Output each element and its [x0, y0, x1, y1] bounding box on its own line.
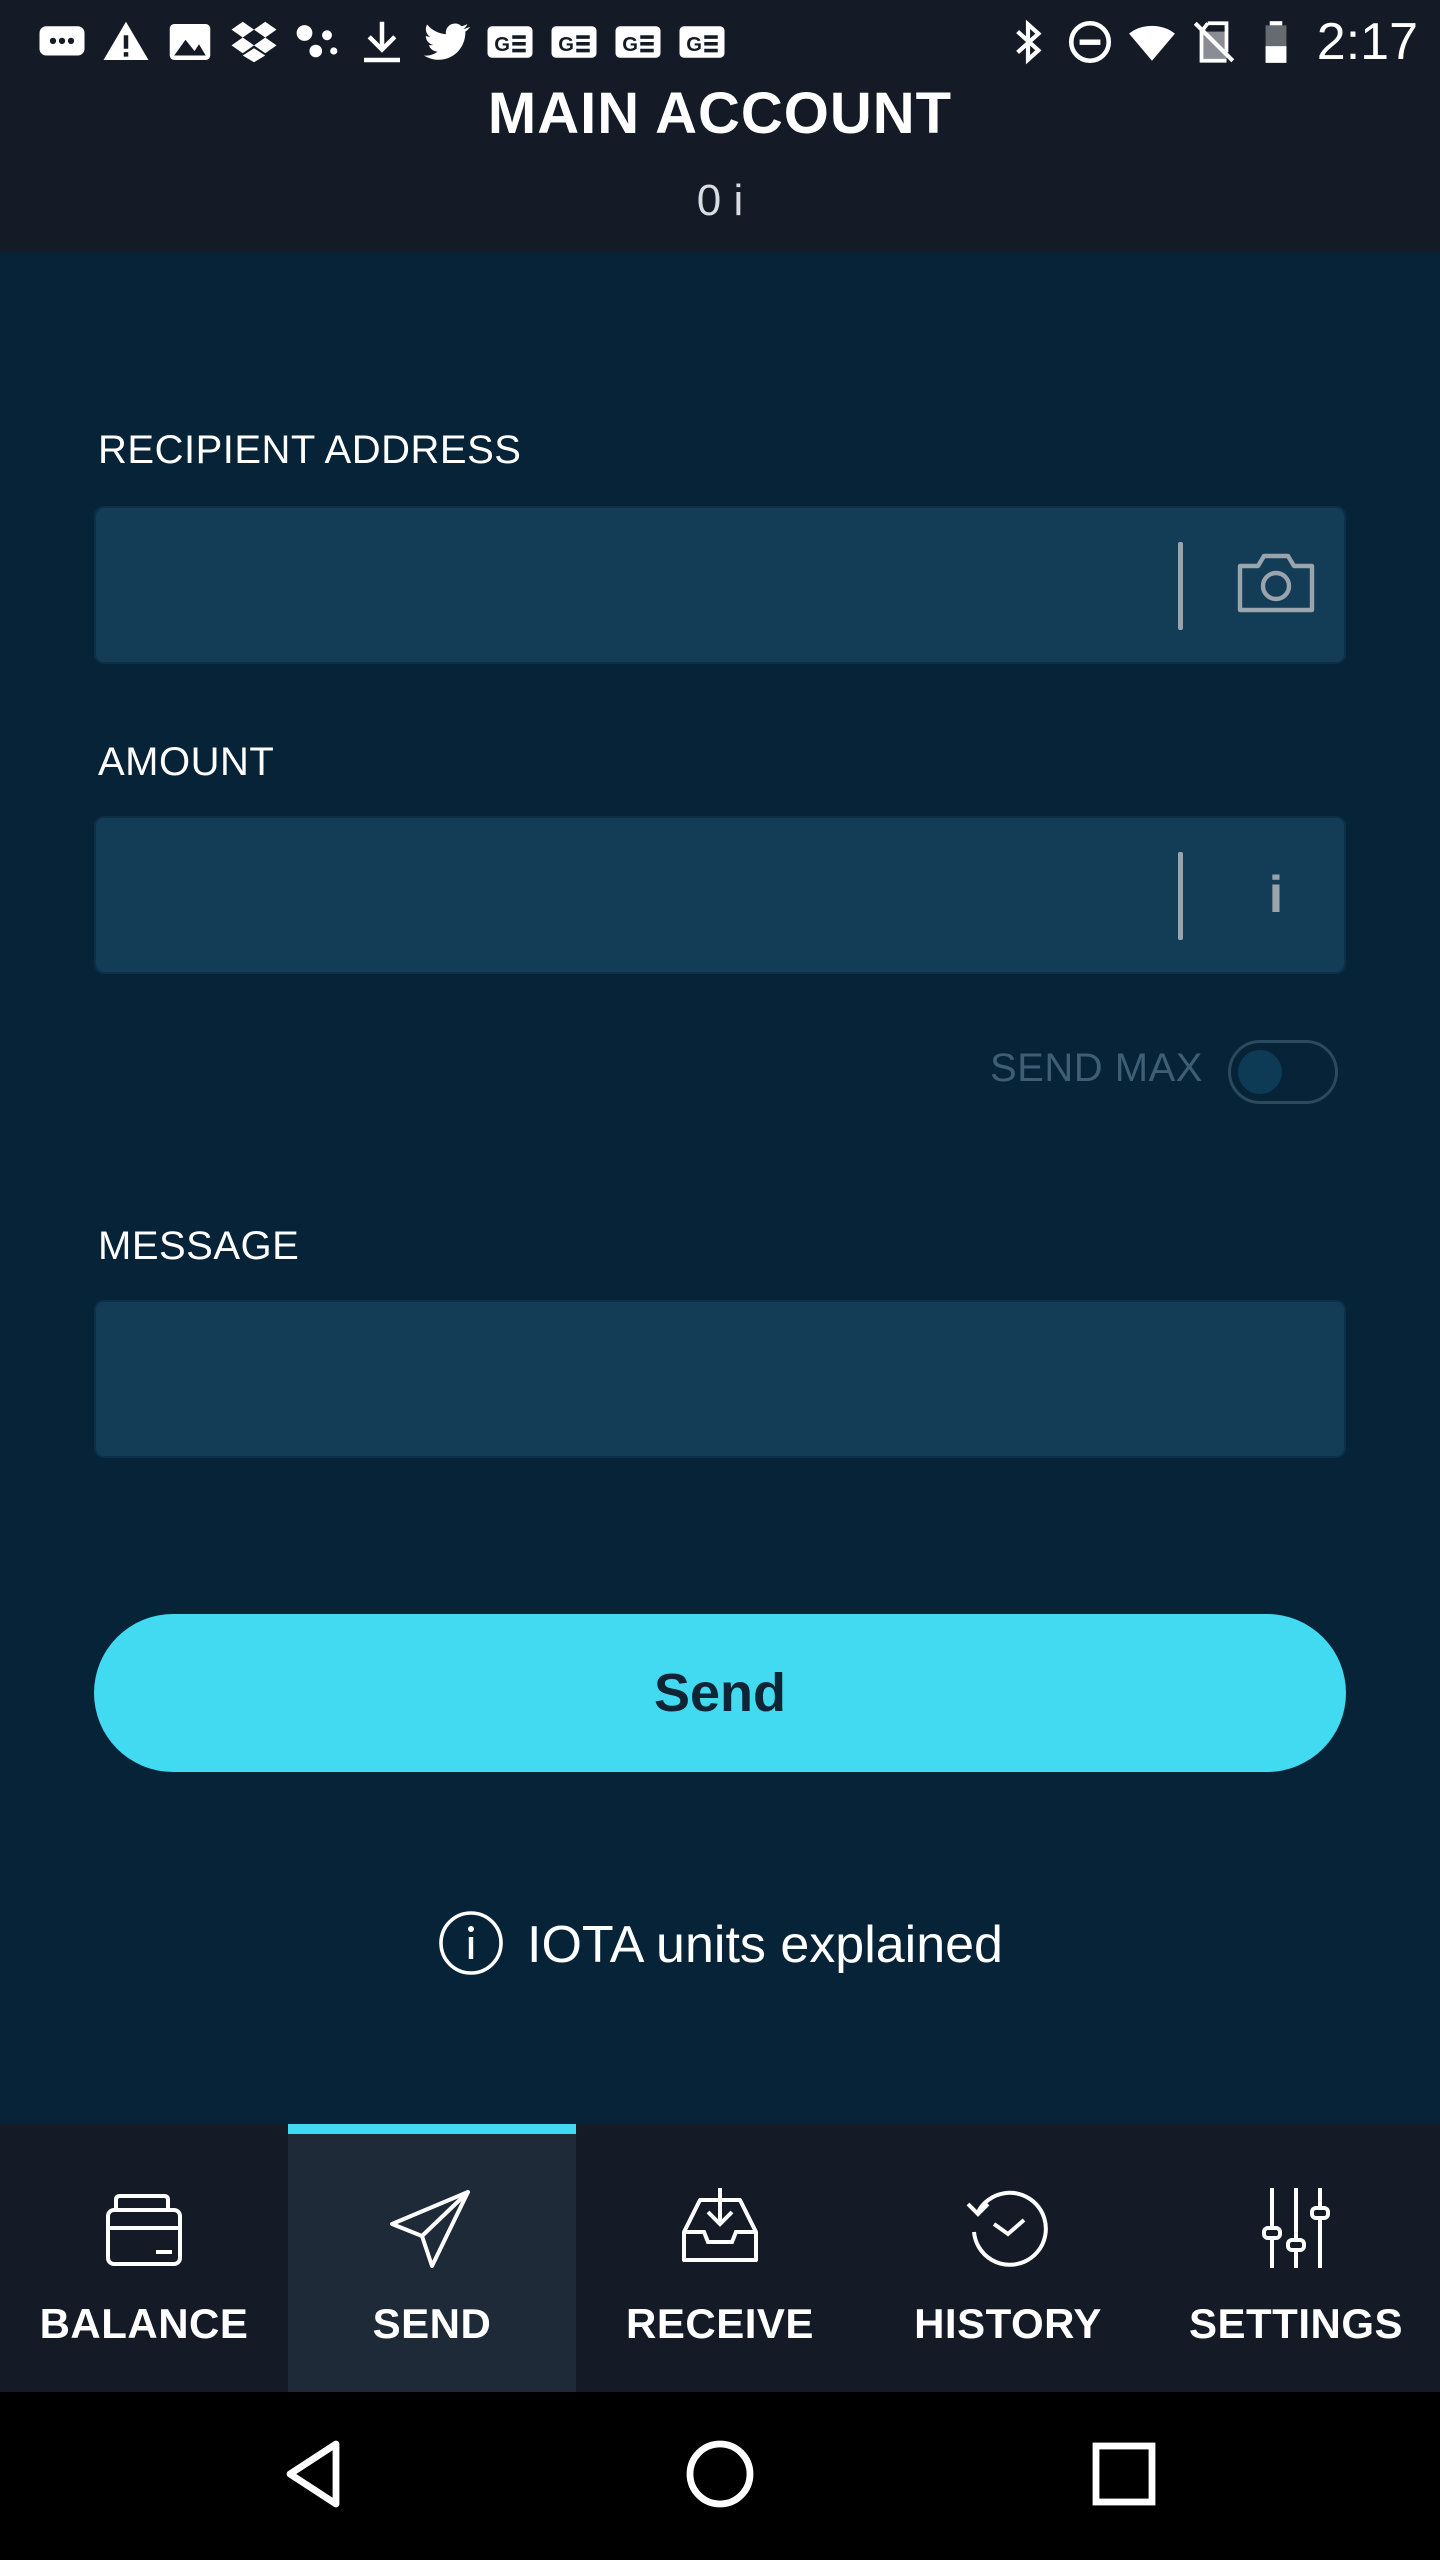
nav-balance-label: BALANCE: [39, 2300, 249, 2347]
history-clock-icon: [960, 2180, 1056, 2276]
send-max-toggle[interactable]: [1228, 1040, 1338, 1104]
svg-text:G: G: [558, 34, 574, 56]
scan-qr-button[interactable]: [1216, 508, 1336, 662]
back-triangle-icon: [274, 2432, 358, 2521]
google-news-icon: G: [606, 0, 670, 84]
bluetooth-icon: [997, 0, 1059, 84]
iota-units-link[interactable]: IOTA units explained: [0, 1910, 1440, 1980]
network-dots-icon: [286, 0, 350, 84]
account-name[interactable]: MAIN ACCOUNT: [0, 84, 1440, 144]
amount-label: AMOUNT: [98, 740, 275, 784]
nav-send-label: SEND: [372, 2300, 492, 2347]
amount-unit: i: [1268, 866, 1284, 924]
home-button[interactable]: [678, 2434, 762, 2518]
svg-text:G: G: [686, 34, 702, 56]
paper-plane-icon: [384, 2180, 480, 2276]
bottom-nav: BALANCE SEND RECEIVE HISTORY SETTINGS: [0, 2124, 1440, 2392]
recipient-address-field[interactable]: [94, 506, 1346, 664]
send-max-label: SEND MAX: [990, 1046, 1203, 1090]
send-button[interactable]: Send: [94, 1614, 1346, 1772]
nav-send[interactable]: SEND: [288, 2124, 576, 2392]
nav-receive-label: RECEIVE: [626, 2300, 814, 2347]
recipient-address-input[interactable]: [96, 508, 1166, 662]
home-circle-icon: [678, 2432, 762, 2521]
field-divider: [1178, 852, 1183, 940]
nav-settings-label: SETTINGS: [1188, 2300, 1404, 2347]
sliders-icon: [1248, 2180, 1344, 2276]
wallet-icon: [96, 2180, 192, 2276]
field-divider: [1178, 542, 1183, 630]
battery-icon: [1245, 0, 1307, 84]
info-icon: [437, 1909, 505, 1982]
app-header: MAIN ACCOUNT 0 i: [0, 84, 1440, 252]
warning-icon: [94, 0, 158, 84]
no-sim-icon: [1183, 0, 1245, 84]
system-status-icons: 2:17: [997, 0, 1418, 84]
nav-balance[interactable]: BALANCE: [0, 2124, 288, 2392]
image-icon: [158, 0, 222, 84]
iota-units-label: IOTA units explained: [527, 1916, 1003, 1974]
nav-settings[interactable]: SETTINGS: [1152, 2124, 1440, 2392]
message-input[interactable]: [96, 1302, 1344, 1456]
amount-input[interactable]: [96, 818, 1166, 972]
google-news-icon: G: [670, 0, 734, 84]
svg-text:G: G: [494, 34, 510, 56]
toggle-knob: [1238, 1050, 1282, 1094]
account-balance: 0 i: [696, 176, 744, 225]
status-bar: G G G G 2:17: [0, 0, 1440, 84]
recipient-address-label: RECIPIENT ADDRESS: [98, 428, 522, 472]
messages-icon: [30, 0, 94, 84]
dropbox-icon: [222, 0, 286, 84]
google-news-icon: G: [478, 0, 542, 84]
message-label: MESSAGE: [98, 1224, 300, 1268]
recents-square-icon: [1082, 2432, 1166, 2521]
nav-history-label: HISTORY: [914, 2300, 1102, 2347]
back-button[interactable]: [274, 2434, 358, 2518]
notification-icons: G G G G: [30, 0, 734, 84]
unit-selector[interactable]: i: [1216, 818, 1336, 972]
camera-icon: [1234, 550, 1318, 621]
google-news-icon: G: [542, 0, 606, 84]
message-field[interactable]: [94, 1300, 1346, 1458]
svg-text:G: G: [622, 34, 638, 56]
inbox-download-icon: [672, 2180, 768, 2276]
system-nav-bar: [0, 2392, 1440, 2560]
recents-button[interactable]: [1082, 2434, 1166, 2518]
nav-history[interactable]: HISTORY: [864, 2124, 1152, 2392]
nav-receive[interactable]: RECEIVE: [576, 2124, 864, 2392]
status-time: 2:17: [1316, 13, 1418, 71]
download-icon: [350, 0, 414, 84]
do-not-disturb-icon: [1059, 0, 1121, 84]
amount-field[interactable]: i: [94, 816, 1346, 974]
twitter-icon: [414, 0, 478, 84]
wifi-icon: [1121, 0, 1183, 84]
